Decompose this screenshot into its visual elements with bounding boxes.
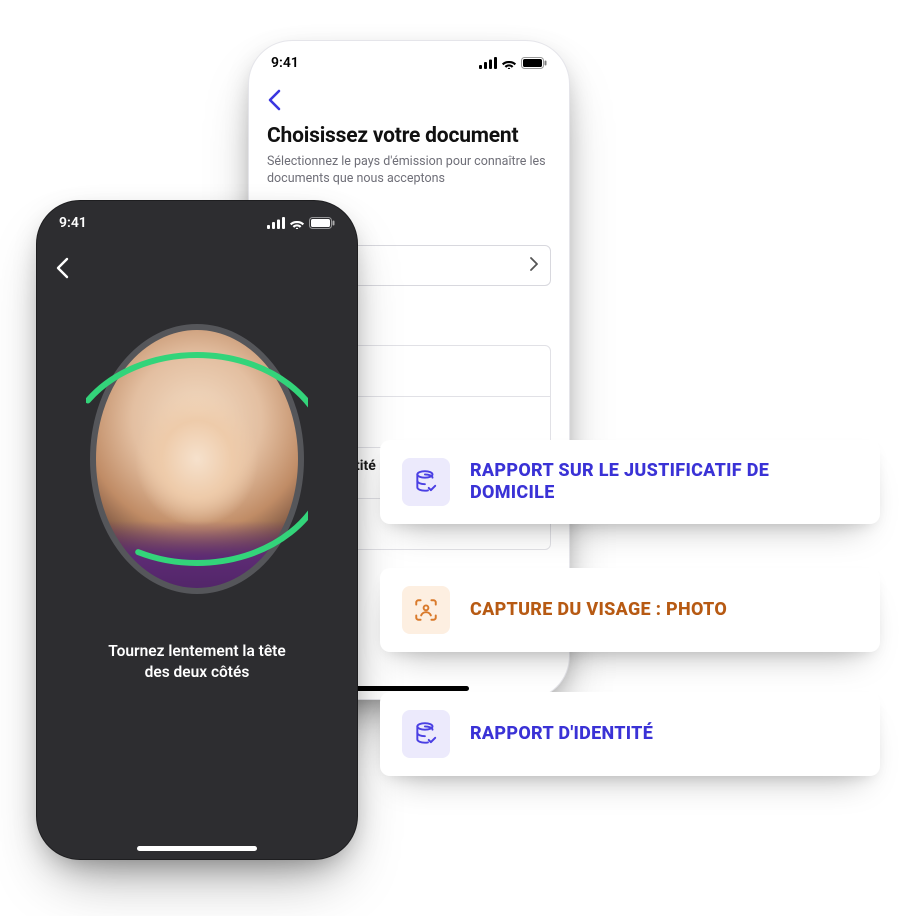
status-bar: 9:41 xyxy=(249,41,569,85)
chevron-left-icon xyxy=(55,257,69,279)
database-check-icon xyxy=(402,458,450,506)
home-indicator xyxy=(349,686,469,691)
wifi-icon xyxy=(501,57,517,69)
page-subtitle: Sélectionnez le pays d'émission pour con… xyxy=(267,154,547,188)
report-card-face-capture[interactable]: CAPTURE DU VISAGE : PHOTO xyxy=(380,568,880,652)
report-card-label: CAPTURE DU VISAGE : PHOTO xyxy=(470,599,727,622)
report-card-identity[interactable]: RAPPORT D'IDENTITÉ xyxy=(380,692,880,776)
face-capture-view: Tournez lentement la tête des deux côtés xyxy=(37,201,357,859)
home-indicator xyxy=(137,846,257,851)
face-capture-hint: Tournez lentement la tête des deux côtés xyxy=(78,641,315,683)
database-check-icon xyxy=(402,710,450,758)
back-button[interactable] xyxy=(55,257,69,283)
status-time: 9:41 xyxy=(271,55,299,71)
page-title: Choisissez votre document xyxy=(267,124,551,148)
capture-progress-ring-icon xyxy=(86,319,308,599)
phone-face-capture: 9:41 xyxy=(36,200,358,860)
chevron-right-icon xyxy=(530,256,538,275)
report-card-label: RAPPORT D'IDENTITÉ xyxy=(470,723,653,746)
back-button[interactable] xyxy=(267,87,551,122)
report-card-label: RAPPORT SUR LE JUSTIFICATIF DE DOMICILE xyxy=(470,460,858,505)
chevron-left-icon xyxy=(267,89,281,111)
report-card-proof-of-address[interactable]: RAPPORT SUR LE JUSTIFICATIF DE DOMICILE xyxy=(380,440,880,524)
face-capture-ring xyxy=(86,319,308,599)
status-indicators xyxy=(479,57,547,69)
signal-icon xyxy=(479,57,497,69)
battery-icon xyxy=(521,57,547,69)
face-scan-icon xyxy=(402,586,450,634)
